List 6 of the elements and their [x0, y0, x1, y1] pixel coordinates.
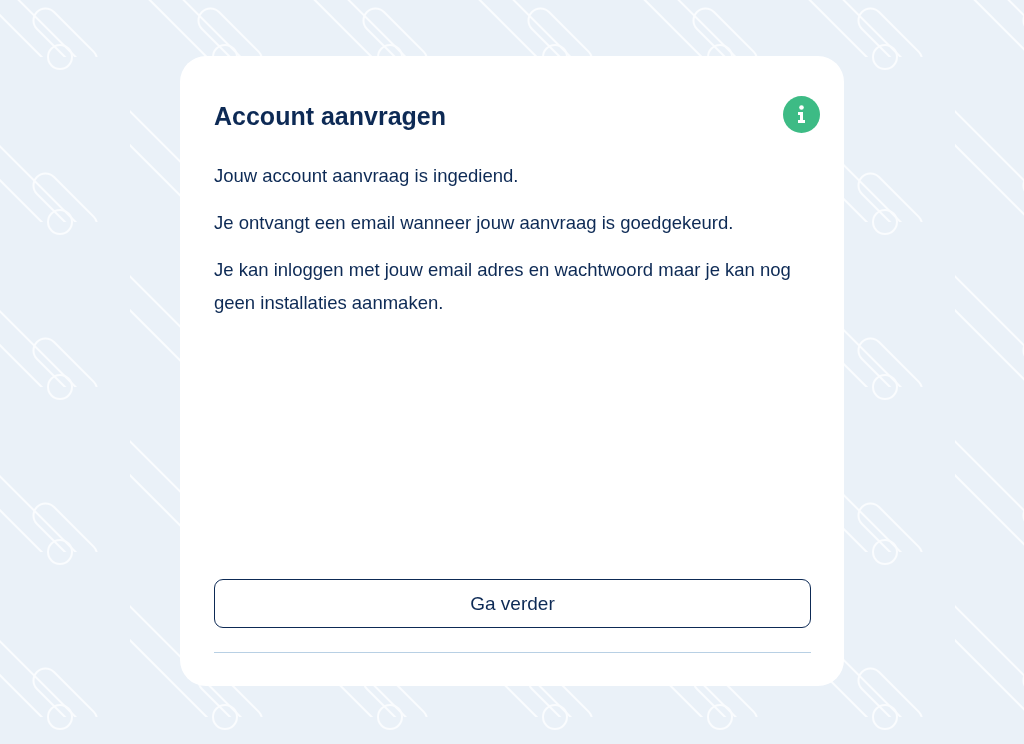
message-text: Je kan inloggen met jouw email adres en wachtwoord maar je kan nog geen installaties aanmaken.: [214, 258, 792, 315]
message-text: Je ontvangt een email wanneer jouw aanvraag is goedgekeurd.: [214, 211, 735, 235]
message-text: Jouw account aanvraag is ingediend.: [214, 164, 520, 188]
continue-button[interactable]: Ga verder: [214, 579, 811, 628]
dialog-title: Account aanvragen: [214, 102, 446, 131]
info-icon: [783, 96, 820, 133]
